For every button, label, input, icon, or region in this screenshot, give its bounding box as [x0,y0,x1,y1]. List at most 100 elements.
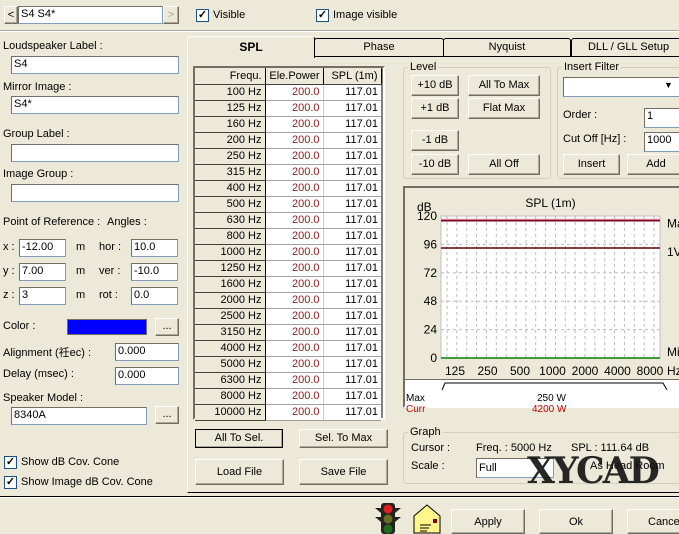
power-cell[interactable]: 200.0 [265,196,324,213]
z-input[interactable]: 3 [19,287,66,305]
spl-chart[interactable]: 024487296120125 250 500 1000 2000 4000 8000dB S… [405,188,679,380]
envelope-icon[interactable] [412,503,442,534]
minus-10db-button[interactable]: -10 dB [411,154,459,175]
speaker-model-input[interactable]: 8340A [11,407,147,425]
plot-area [440,215,661,359]
table-row[interactable]: 200 Hz 200.0 117.01 [195,132,381,149]
add-button[interactable]: Add [627,154,679,175]
table-row[interactable]: 125 Hz 200.0 117.01 [195,100,381,117]
frequency-cell: 6300 Hz [195,372,266,389]
mirror-image-input[interactable]: S4* [11,96,179,114]
table-row[interactable]: 1250 Hz 200.0 117.01 [195,260,381,277]
power-cell[interactable]: 200.0 [265,324,324,341]
power-cell[interactable]: 200.0 [265,84,324,101]
table-row[interactable]: 8000 Hz 200.0 117.01 [195,388,381,405]
power-cell[interactable]: 200.0 [265,148,324,165]
cutoff-input[interactable]: 1000 [644,132,679,152]
delay-input[interactable]: 0.000 [115,367,179,385]
rot-input[interactable]: 0.0 [131,287,178,305]
load-file-button[interactable]: Load File [195,459,284,485]
column-header-frequency[interactable]: Frequ. [195,68,266,85]
image-visible-checkbox[interactable]: ✓ [316,9,329,22]
power-cell[interactable]: 200.0 [265,132,324,149]
prev-button[interactable]: < [4,6,18,24]
all-off-button[interactable]: All Off [468,154,540,175]
column-header-power[interactable]: Ele.Power [265,68,324,85]
frequency-cell: 2500 Hz [195,308,266,325]
power-cell[interactable]: 200.0 [265,276,324,293]
order-input[interactable]: 1 [644,108,679,128]
table-row[interactable]: 2000 Hz 200.0 117.01 [195,292,381,309]
divider [0,30,679,32]
power-cell[interactable]: 200.0 [265,164,324,181]
x-input[interactable]: -12.00 [19,239,66,257]
table-row[interactable]: 2500 Hz 200.0 117.01 [195,308,381,325]
table-row[interactable]: 500 Hz 200.0 117.01 [195,196,381,213]
plus-10db-button[interactable]: +10 dB [411,75,459,96]
insert-button[interactable]: Insert [563,154,620,175]
table-row[interactable]: 630 Hz 200.0 117.01 [195,212,381,229]
show-cone-checkbox[interactable]: ✓ [4,456,17,469]
plus-1db-button[interactable]: +1 dB [411,98,459,119]
table-row[interactable]: 10000 Hz 200.0 117.01 [195,404,381,421]
table-row[interactable]: 400 Hz 200.0 117.01 [195,180,381,197]
column-header-spl[interactable]: SPL (1m) [323,68,382,85]
ok-button[interactable]: Ok [539,509,613,534]
bottom-divider [0,496,679,498]
power-cell[interactable]: 200.0 [265,260,324,277]
power-cell[interactable]: 200.0 [265,292,324,309]
table-row[interactable]: 3150 Hz 200.0 117.01 [195,324,381,341]
sel-to-max-button[interactable]: Sel. To Max [299,429,388,448]
power-cell[interactable]: 200.0 [265,404,324,421]
power-cell[interactable]: 200.0 [265,116,324,133]
dropdown-arrow-icon[interactable]: ▼ [664,80,673,90]
y-input[interactable]: 7.00 [19,263,66,281]
show-image-cone-checkbox[interactable]: ✓ [4,476,17,489]
power-cell[interactable]: 200.0 [265,100,324,117]
loudspeaker-label-input[interactable]: S4 [11,56,179,74]
tab-spl[interactable]: SPL [187,36,315,58]
visible-checkbox[interactable]: ✓ [196,9,209,22]
table-row[interactable]: 315 Hz 200.0 117.01 [195,164,381,181]
group-label-input[interactable] [11,144,179,162]
power-cell[interactable]: 200.0 [265,244,324,261]
speaker-model-browse-button[interactable]: ... [155,406,179,424]
speaker-nav-field[interactable]: S4 S4* [18,6,163,24]
power-cell[interactable]: 200.0 [265,212,324,229]
table-row[interactable]: 160 Hz 200.0 117.01 [195,116,381,133]
table-row[interactable]: 1000 Hz 200.0 117.01 [195,244,381,261]
power-cell[interactable]: 200.0 [265,308,324,325]
ver-input[interactable]: -10.0 [131,263,178,281]
table-row[interactable]: 100 Hz 200.0 117.01 [195,84,381,101]
filter-type-select[interactable] [563,77,679,97]
table-row[interactable]: 1600 Hz 200.0 117.01 [195,276,381,293]
power-cell[interactable]: 200.0 [265,372,324,389]
minus-1db-button[interactable]: -1 dB [411,130,459,151]
power-cell[interactable]: 200.0 [265,388,324,405]
color-swatch[interactable] [67,319,147,335]
color-picker-button[interactable]: ... [155,318,179,336]
hor-input[interactable]: 10.0 [131,239,178,257]
image-group-input[interactable] [11,184,179,202]
all-to-max-button[interactable]: All To Max [468,75,540,96]
power-cell[interactable]: 200.0 [265,356,324,373]
tab-dll-gll-setup[interactable]: DLL / GLL Setup [571,38,679,57]
power-cell[interactable]: 200.0 [265,180,324,197]
power-cell[interactable]: 200.0 [265,340,324,357]
tab-nyquist[interactable]: Nyquist [443,38,571,57]
power-cell[interactable]: 200.0 [265,228,324,245]
cancel-button[interactable]: Cancel [627,509,679,534]
flat-max-button[interactable]: Flat Max [468,98,540,119]
table-row[interactable]: 6300 Hz 200.0 117.01 [195,372,381,389]
alignment-input[interactable]: 0.000 [115,343,179,361]
table-row[interactable]: 250 Hz 200.0 117.01 [195,148,381,165]
spl-table[interactable]: Frequ. Ele.Power SPL (1m) 100 Hz 200.0 117… [193,66,385,421]
next-button[interactable]: > [163,6,179,24]
apply-button[interactable]: Apply [451,509,525,534]
table-row[interactable]: 800 Hz 200.0 117.01 [195,228,381,245]
tab-phase[interactable]: Phase [314,38,444,57]
save-file-button[interactable]: Save File [299,459,388,485]
all-to-sel-button[interactable]: All To Sel. [195,429,283,448]
table-row[interactable]: 5000 Hz 200.0 117.01 [195,356,381,373]
table-row[interactable]: 4000 Hz 200.0 117.01 [195,340,381,357]
